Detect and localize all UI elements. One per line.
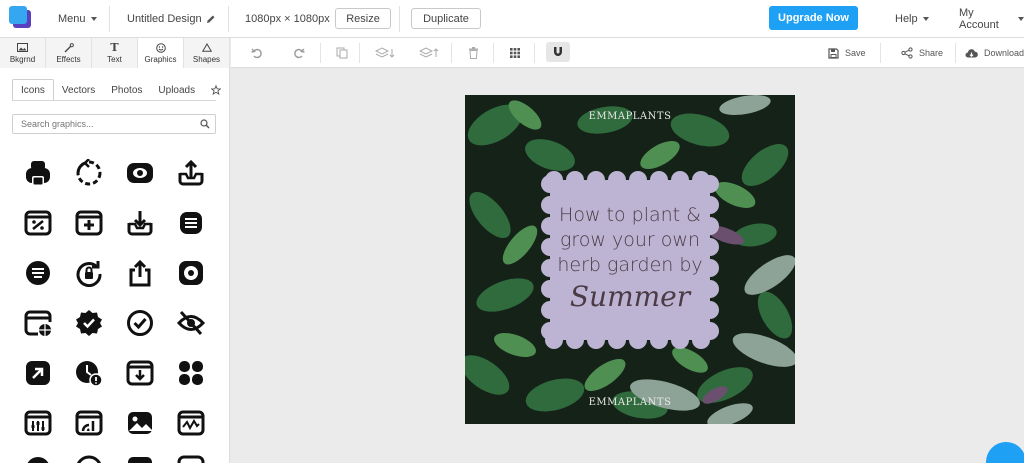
download-label: Download — [984, 48, 1024, 58]
partial-icon[interactable] — [171, 453, 211, 463]
chevron-down-icon — [922, 17, 929, 21]
tab-text[interactable]: T Text — [92, 38, 138, 68]
send-backward-icon[interactable] — [374, 45, 396, 61]
resize-button[interactable]: Resize — [335, 8, 391, 29]
app-logo[interactable] — [9, 6, 31, 28]
upgrade-button[interactable]: Upgrade Now — [769, 6, 858, 30]
grid-blobs-icon[interactable] — [171, 353, 211, 393]
save-label: Save — [845, 48, 866, 58]
tab-label: Shapes — [192, 55, 221, 64]
tab-label: Graphics — [144, 55, 177, 64]
tab-effects[interactable]: Effects — [46, 38, 92, 68]
check-circle-icon[interactable] — [120, 303, 160, 343]
magnet-icon[interactable] — [546, 42, 570, 62]
headline-text[interactable]: How to plant & grow your own herb garden… — [541, 203, 719, 278]
percent-box-icon[interactable] — [18, 203, 58, 243]
share-icon — [901, 47, 913, 59]
tab-label: Effects — [56, 55, 81, 64]
save-button[interactable]: Save — [828, 38, 866, 68]
headline-line-2: grow your own — [560, 229, 700, 251]
floppy-icon — [828, 47, 839, 59]
left-panel: Bkgrnd Effects T Text Graphics Shapes Ic… — [0, 38, 230, 463]
cd-box-icon[interactable] — [171, 253, 211, 293]
menu-circle-icon[interactable] — [18, 253, 58, 293]
equalizer-icon[interactable] — [18, 403, 58, 443]
arrow-up-right-icon[interactable] — [18, 353, 58, 393]
menu-button[interactable]: Menu — [58, 0, 97, 38]
rotate-lock-icon[interactable] — [69, 253, 109, 293]
help-label: Help — [895, 13, 918, 25]
pencil-icon — [206, 15, 215, 23]
menu-label: Menu — [58, 13, 86, 25]
chevron-down-icon — [1018, 17, 1024, 21]
redo-icon[interactable] — [291, 45, 307, 61]
refresh-dashed-icon[interactable] — [69, 153, 109, 193]
cloud-download-icon — [965, 48, 978, 57]
copy-icon[interactable] — [334, 45, 350, 61]
browser-globe-icon[interactable] — [18, 303, 58, 343]
partial-icon[interactable] — [69, 453, 109, 463]
trash-icon[interactable] — [465, 45, 481, 61]
account-label: My Account — [959, 7, 999, 31]
script-word[interactable]: Summer — [541, 280, 719, 313]
panel-tabs: Bkgrnd Effects T Text Graphics Shapes — [0, 38, 230, 68]
edit-toolbar: Save Share Download — [231, 38, 1024, 68]
brand-top[interactable]: EMMAPLANTS — [465, 111, 795, 122]
subtab-icons[interactable]: Icons — [12, 79, 54, 101]
wand-icon — [64, 42, 74, 53]
top-bar: Menu Untitled Design 1080px × 1080px Res… — [0, 0, 1024, 38]
design-canvas[interactable]: EMMAPLANTS EMMAPLANTS How to plant & gro… — [465, 95, 795, 424]
download-box-icon[interactable] — [120, 353, 160, 393]
add-box-icon[interactable] — [69, 203, 109, 243]
printer-icon[interactable] — [18, 153, 58, 193]
eye-off-icon[interactable] — [171, 303, 211, 343]
background-icon — [17, 42, 28, 53]
menu-round-box-icon[interactable] — [171, 203, 211, 243]
subtab-uploads[interactable]: Uploads — [150, 79, 203, 101]
share-button[interactable]: Share — [901, 38, 943, 68]
share-label: Share — [919, 48, 944, 58]
tab-shapes[interactable]: Shapes — [184, 38, 230, 68]
eye-box-icon[interactable] — [120, 153, 160, 193]
star-icon[interactable] — [203, 79, 229, 101]
tab-label: Bkgrnd — [9, 55, 36, 64]
download-button[interactable]: Download — [965, 38, 1024, 68]
bring-forward-icon[interactable] — [418, 45, 440, 61]
tab-graphics[interactable]: Graphics — [138, 38, 184, 68]
text-icon: T — [110, 41, 119, 54]
search-input[interactable] — [13, 115, 193, 133]
clock-alert-icon[interactable] — [69, 353, 109, 393]
design-title-text: Untitled Design — [127, 13, 202, 25]
graphics-search — [12, 114, 216, 134]
image-icon[interactable] — [120, 403, 160, 443]
chevron-down-icon — [90, 17, 97, 21]
grid-icon[interactable] — [507, 45, 523, 61]
tab-background[interactable]: Bkgrnd — [0, 38, 46, 68]
partial-icon[interactable] — [120, 453, 160, 463]
search-icon[interactable] — [200, 119, 210, 129]
headline-line-1: How to plant & — [559, 204, 701, 226]
help-menu[interactable]: Help — [895, 0, 929, 38]
subtab-photos[interactable]: Photos — [103, 79, 150, 101]
design-title[interactable]: Untitled Design — [127, 0, 216, 38]
signal-box-icon[interactable] — [69, 403, 109, 443]
undo-icon[interactable] — [249, 45, 265, 61]
duplicate-button[interactable]: Duplicate — [411, 8, 481, 29]
download-tray-icon[interactable] — [120, 203, 160, 243]
chat-widget-button[interactable] — [986, 442, 1024, 463]
partial-icon[interactable] — [18, 453, 58, 463]
tab-label: Text — [107, 55, 122, 64]
upload-tray-icon[interactable] — [171, 153, 211, 193]
brand-bottom[interactable]: EMMAPLANTS — [465, 397, 795, 408]
share-up-icon[interactable] — [120, 253, 160, 293]
headline-line-3: herb garden by — [557, 254, 703, 276]
account-menu[interactable]: My Account — [959, 0, 1024, 38]
waveform-icon[interactable] — [171, 403, 211, 443]
canvas-size: 1080px × 1080px — [245, 13, 330, 25]
badge-check-icon[interactable] — [69, 303, 109, 343]
subtab-vectors[interactable]: Vectors — [54, 79, 103, 101]
triangle-icon — [201, 42, 212, 53]
graphics-subtabs: Icons Vectors Photos Uploads — [12, 79, 229, 101]
smiley-icon — [155, 42, 166, 53]
